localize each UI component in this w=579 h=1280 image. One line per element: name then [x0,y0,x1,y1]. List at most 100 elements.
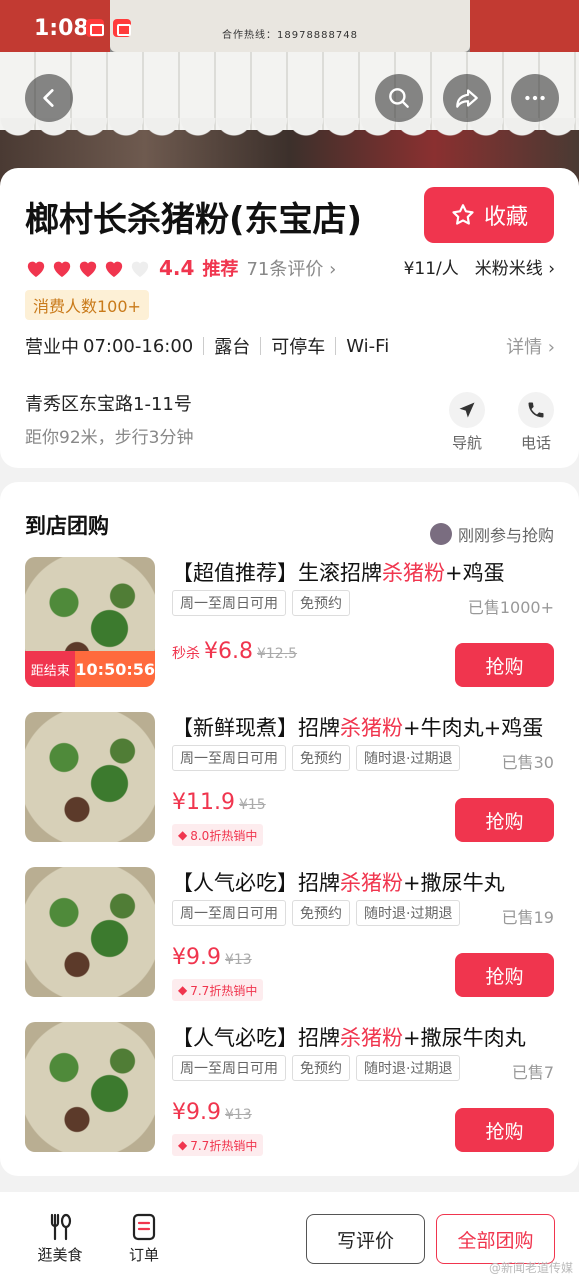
sold-count: 已售30 [501,753,554,772]
deal-tags: 周一至周日可用 免预约 随时退·过期退 [172,1055,461,1081]
hot-sale-badge: ◆ 8.0折热销中 [172,824,264,846]
group-buy-section: 到店团购 刚刚参与抢购 距结束 10:50:56 【超值推荐】生滚招牌杀猪粉+鸡… [0,482,579,1176]
price-category: ¥11/人 米粉米线 › [404,254,555,279]
navigation-icon [459,402,475,418]
deal-tags: 周一至周日可用 免预约 随时退·过期退 [172,745,461,771]
write-review-button[interactable]: 写评价 [306,1214,425,1264]
notification-icon [113,19,131,37]
sold-count: 已售7 [511,1063,554,1082]
current-price: ¥9.9 [172,1100,221,1125]
deal-item[interactable]: 【人气必吃】招牌杀猪粉+撒尿牛肉丸 周一至周日可用 免预约 随时退·过期退 已售… [0,1022,579,1162]
divider [203,337,205,355]
open-status: 营业中 [25,337,79,358]
deal-title: 【人气必吃】招牌杀猪粉+撒尿牛丸 [172,871,505,895]
price-line: 秒杀 ¥6.8 ¥12.5 [172,639,297,664]
recommend-label: 推荐 [202,259,239,280]
tag-icon: ◆ [178,1138,188,1152]
favorite-button[interactable]: 收藏 [424,187,554,243]
tab-explore-food[interactable]: 逛美食 [30,1212,90,1265]
tag-icon: ◆ [178,828,188,842]
star-icon [452,204,474,225]
facility-parking: 可停车 [271,337,326,358]
hours: 07:00-16:00 [83,335,194,357]
tag: 随时退·过期退 [356,1055,461,1081]
sold-count: 已售19 [501,908,554,927]
category-link[interactable]: 米粉米线 › [475,254,555,279]
fork-spoon-icon [50,1213,72,1241]
order-icon [132,1213,156,1241]
status-bar: 1:08 [0,0,579,58]
back-button[interactable] [25,74,73,122]
facility-wifi: Wi-Fi [346,335,390,357]
phone-icon [528,402,544,418]
tag: 周一至周日可用 [172,900,286,926]
rating-score: 4.4 [159,256,195,280]
recent-activity: 刚刚参与抢购 [429,522,554,546]
heart-icon [79,261,97,278]
deal-title: 【超值推荐】生滚招牌杀猪粉+鸡蛋 [172,561,505,585]
heart-icon [53,261,71,278]
tag: 随时退·过期退 [356,900,461,926]
buy-button[interactable]: 抢购 [455,798,554,842]
current-price: ¥9.9 [172,945,221,970]
divider [260,337,262,355]
current-price: ¥11.9 [172,790,235,815]
navigate-button[interactable]: 导航 [442,392,492,453]
shop-name: 榔村长杀猪粉(东宝店) [25,200,363,240]
tag: 周一至周日可用 [172,745,286,771]
buy-button[interactable]: 抢购 [455,1108,554,1152]
countdown-label: 距结束 [25,651,76,687]
deal-thumbnail [25,867,155,997]
sold-count: 已售1000+ [467,598,554,617]
deal-item[interactable]: 距结束 10:50:56 【超值推荐】生滚招牌杀猪粉+鸡蛋 周一至周日可用 免预… [0,557,579,697]
navigate-label: 导航 [451,434,482,452]
deal-tags: 周一至周日可用 免预约 [172,590,350,616]
detail-link[interactable]: 详情 › [506,333,555,359]
consumer-count-badge: 消费人数100+ [25,290,149,320]
tab-orders[interactable]: 订单 [114,1212,174,1265]
buy-button[interactable]: 抢购 [455,643,554,687]
shop-address[interactable]: 青秀区东宝路1-11号 [25,390,192,416]
tag: 周一至周日可用 [172,1055,286,1081]
business-hours-row[interactable]: 营业中 07:00-16:00 露台 可停车 Wi-Fi 详情 › [25,332,555,360]
phone-label: 电话 [520,434,551,452]
heart-icon [27,261,45,278]
deal-title: 【新鲜现煮】招牌杀猪粉+牛肉丸+鸡蛋 [172,716,544,740]
deal-thumbnail [25,712,155,842]
deal-thumbnail [25,1022,155,1152]
status-time: 1:08 [34,16,89,41]
heart-empty-icon [131,261,149,278]
hot-sale-badge: ◆ 7.7折热销中 [172,979,264,1001]
deal-tags: 周一至周日可用 免预约 随时退·过期退 [172,900,461,926]
chevron-left-icon [43,89,54,107]
countdown-timer: 距结束 10:50:56 [25,651,155,687]
tag: 免预约 [292,1055,350,1081]
search-button[interactable] [375,74,423,122]
tag-icon: ◆ [178,983,188,997]
price-line: ¥9.9 ¥13 [172,1100,252,1125]
phone-button[interactable]: 电话 [511,392,561,453]
more-button[interactable] [511,74,559,122]
heart-icon [105,261,123,278]
countdown-value: 10:50:56 [75,651,155,687]
rating-row[interactable]: 4.4 推荐 71条评价 › ¥11/人 米粉米线 › [25,254,555,282]
tag: 免预约 [292,590,350,616]
deal-title: 【人气必吃】招牌杀猪粉+撒尿牛肉丸 [172,1026,526,1050]
deal-item[interactable]: 【人气必吃】招牌杀猪粉+撒尿牛丸 周一至周日可用 免预约 随时退·过期退 已售1… [0,867,579,1007]
buy-button[interactable]: 抢购 [455,953,554,997]
tag: 免预约 [292,900,350,926]
original-price: ¥13 [224,1107,252,1123]
deal-item[interactable]: 【新鲜现煮】招牌杀猪粉+牛肉丸+鸡蛋 周一至周日可用 免预约 随时退·过期退 已… [0,712,579,852]
hot-sale-badge: ◆ 7.7折热销中 [172,1134,264,1156]
all-deals-button[interactable]: 全部团购 [436,1214,555,1264]
tag: 免预约 [292,745,350,771]
price-per-person: ¥11/人 [403,259,459,279]
tab-explore-food-label: 逛美食 [37,1246,83,1264]
avatar [429,523,452,545]
price-line: ¥9.9 ¥13 [172,945,252,970]
share-button[interactable] [443,74,491,122]
review-count[interactable]: 71条评价 › [246,255,336,281]
notification-icon [86,19,104,37]
recent-activity-text: 刚刚参与抢购 [457,526,554,545]
current-price: ¥6.8 [204,639,253,664]
